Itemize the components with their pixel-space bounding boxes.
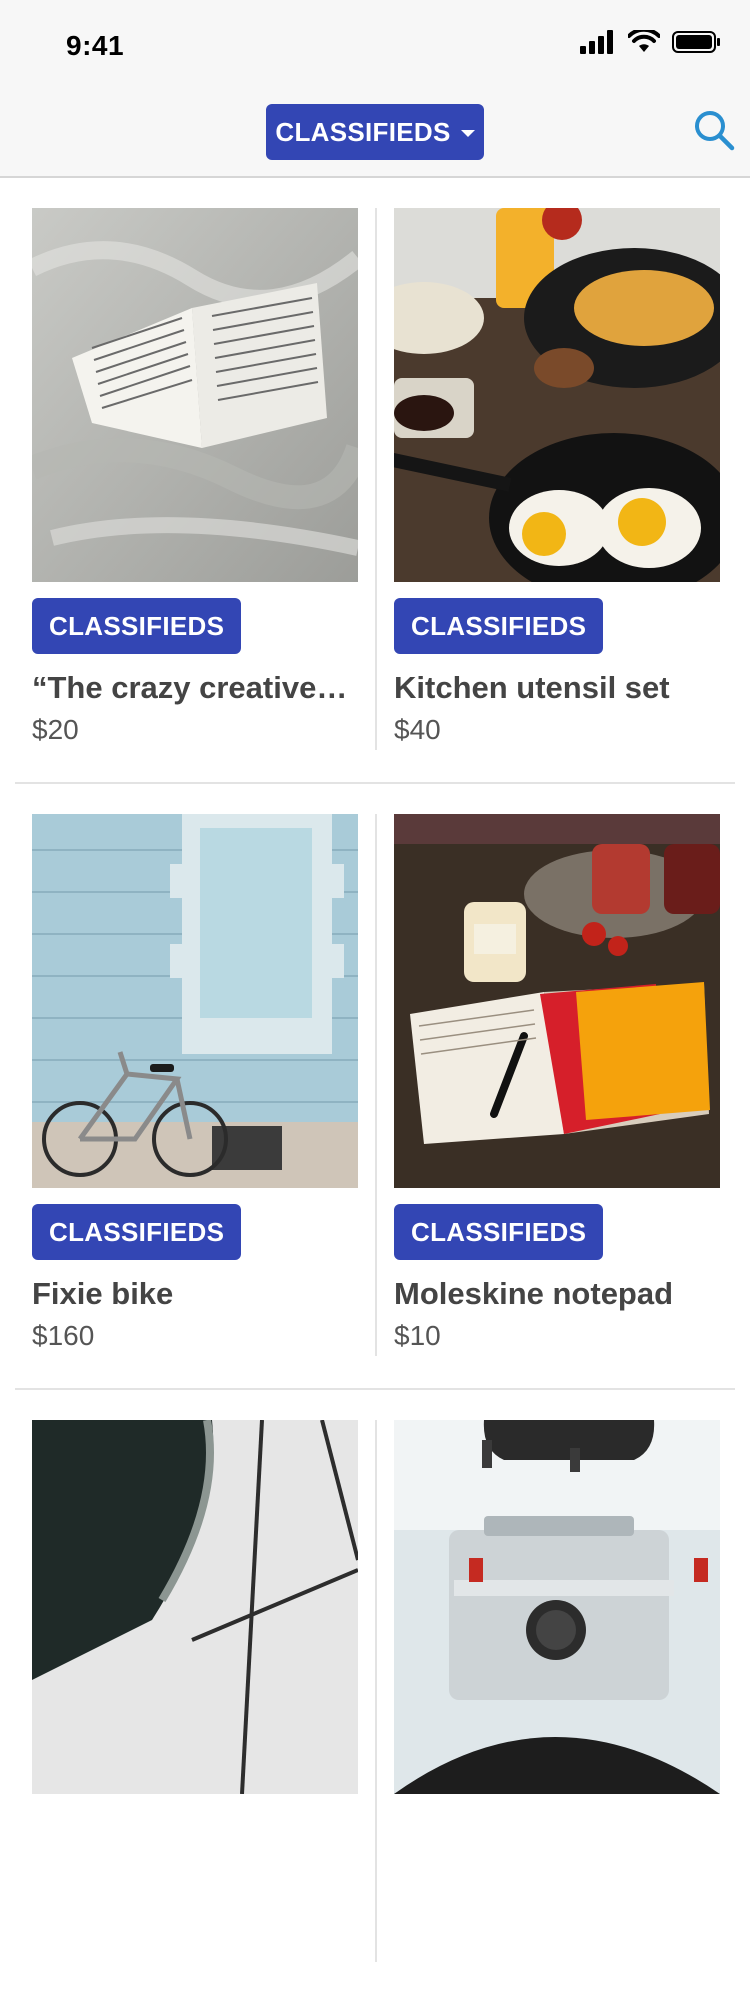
- listing-price: $40: [394, 714, 441, 745]
- listings-grid: CLASSIFIEDS “The crazy creative” booklet…: [0, 178, 750, 1996]
- listing-title[interactable]: Kitchen utensil set: [394, 670, 720, 706]
- listings-row: CLASSIFIEDS “The crazy creative” booklet…: [0, 178, 750, 784]
- search-icon[interactable]: [690, 106, 738, 154]
- listings-row: CLASSIFIEDS Fixie bike $160 CLASSIFIEDS …: [0, 784, 750, 1390]
- battery-icon: [672, 31, 720, 53]
- column-divider: [375, 208, 377, 750]
- status-time: 9:41: [66, 30, 125, 61]
- listing-price: $160: [32, 1320, 95, 1351]
- listing-title[interactable]: Fixie bike: [32, 1276, 358, 1312]
- listing-photo-notepad[interactable]: [394, 814, 720, 1188]
- category-badge[interactable]: CLASSIFIEDS: [32, 1204, 242, 1260]
- category-badge[interactable]: CLASSIFIEDS: [32, 598, 242, 654]
- listing-card[interactable]: [394, 1420, 720, 1794]
- category-dropdown-label: CLASSIFIEDS: [275, 116, 451, 147]
- listing-photo-car[interactable]: [394, 1420, 720, 1794]
- category-dropdown-button[interactable]: CLASSIFIEDS: [266, 104, 484, 160]
- listing-card[interactable]: CLASSIFIEDS “The crazy creative” booklet…: [32, 208, 358, 746]
- column-divider: [375, 1420, 377, 1962]
- column-divider: [375, 814, 377, 1356]
- listings-row: [0, 1390, 750, 1996]
- listing-photo-chair[interactable]: [32, 1420, 358, 1794]
- listing-card[interactable]: CLASSIFIEDS Moleskine notepad $10: [394, 814, 720, 1352]
- category-badge[interactable]: CLASSIFIEDS: [394, 1204, 604, 1260]
- top-navigation: CLASSIFIEDS: [0, 92, 750, 178]
- wifi-icon: [628, 30, 660, 52]
- status-icons: [580, 30, 722, 54]
- listing-card[interactable]: CLASSIFIEDS Fixie bike $160: [32, 814, 358, 1352]
- listing-price: $10: [394, 1320, 441, 1351]
- listing-card[interactable]: [32, 1420, 358, 1794]
- listing-card[interactable]: CLASSIFIEDS Kitchen utensil set $40: [394, 208, 720, 746]
- listing-photo-bike[interactable]: [32, 814, 358, 1188]
- listing-photo-booklet[interactable]: [32, 208, 358, 582]
- cellular-signal-icon: [580, 30, 613, 54]
- status-bar: 9:41: [0, 0, 750, 92]
- chevron-down-icon: [460, 129, 475, 137]
- listing-photo-kitchen[interactable]: [394, 208, 720, 582]
- listing-title[interactable]: Moleskine notepad: [394, 1276, 720, 1312]
- listing-title[interactable]: “The crazy creative” booklet: [32, 670, 358, 706]
- listing-price: $20: [32, 714, 79, 745]
- category-badge[interactable]: CLASSIFIEDS: [394, 598, 604, 654]
